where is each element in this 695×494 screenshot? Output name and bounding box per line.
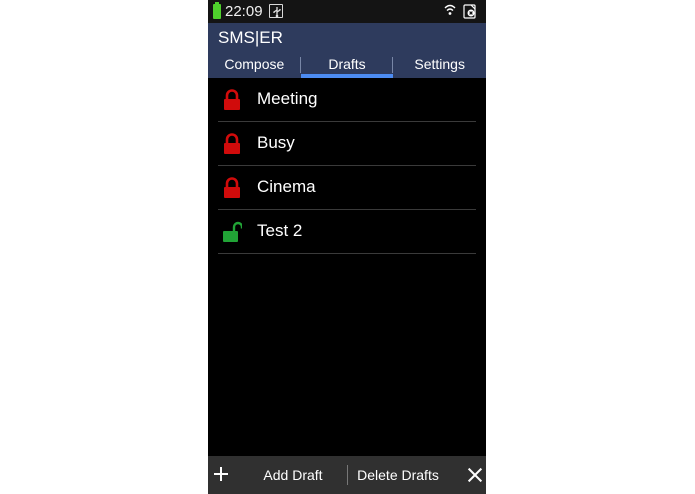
tab-bar: Compose Drafts Settings xyxy=(208,53,486,78)
tab-compose[interactable]: Compose xyxy=(208,53,301,78)
close-icon[interactable] xyxy=(468,468,482,482)
drafts-list: Meeting Busy Cinema Test 2 xyxy=(218,78,476,254)
tab-drafts[interactable]: Drafts xyxy=(300,53,394,78)
usb-icon xyxy=(269,4,283,18)
delete-drafts-button[interactable]: Delete Drafts xyxy=(348,456,448,494)
draft-label: Busy xyxy=(257,133,295,152)
battery-icon xyxy=(213,2,221,19)
tab-label: Drafts xyxy=(328,56,366,72)
wifi-icon xyxy=(444,4,456,15)
draft-item-busy[interactable]: Busy xyxy=(218,122,476,166)
bottom-action-bar: Add Draft Delete Drafts xyxy=(208,456,486,494)
no-sim-signal-icon xyxy=(463,4,476,19)
tab-label: Settings xyxy=(414,56,465,72)
plus-icon[interactable] xyxy=(214,467,228,481)
app-title: SMS|ER xyxy=(218,28,283,47)
tab-label: Compose xyxy=(224,56,285,72)
locked-padlock-icon xyxy=(224,133,240,154)
tab-settings[interactable]: Settings xyxy=(393,53,486,78)
status-time: 22:09 xyxy=(225,3,263,20)
unlocked-padlock-icon xyxy=(223,221,242,242)
action-bar: SMS|ER Compose Drafts Settings xyxy=(208,23,486,78)
draft-item-cinema[interactable]: Cinema xyxy=(218,166,476,210)
draft-label: Meeting xyxy=(257,89,318,108)
locked-padlock-icon xyxy=(224,177,240,198)
draft-item-test-2[interactable]: Test 2 xyxy=(218,210,476,254)
draft-label: Test 2 xyxy=(257,221,303,240)
locked-padlock-icon xyxy=(224,89,240,110)
phone-screen: 22:09 SMS|ER Compose Drafts Settings Mee… xyxy=(208,0,486,494)
add-draft-button[interactable]: Add Draft xyxy=(238,456,348,494)
draft-label: Cinema xyxy=(257,177,316,196)
status-bar: 22:09 xyxy=(208,0,486,23)
draft-item-meeting[interactable]: Meeting xyxy=(218,78,476,122)
